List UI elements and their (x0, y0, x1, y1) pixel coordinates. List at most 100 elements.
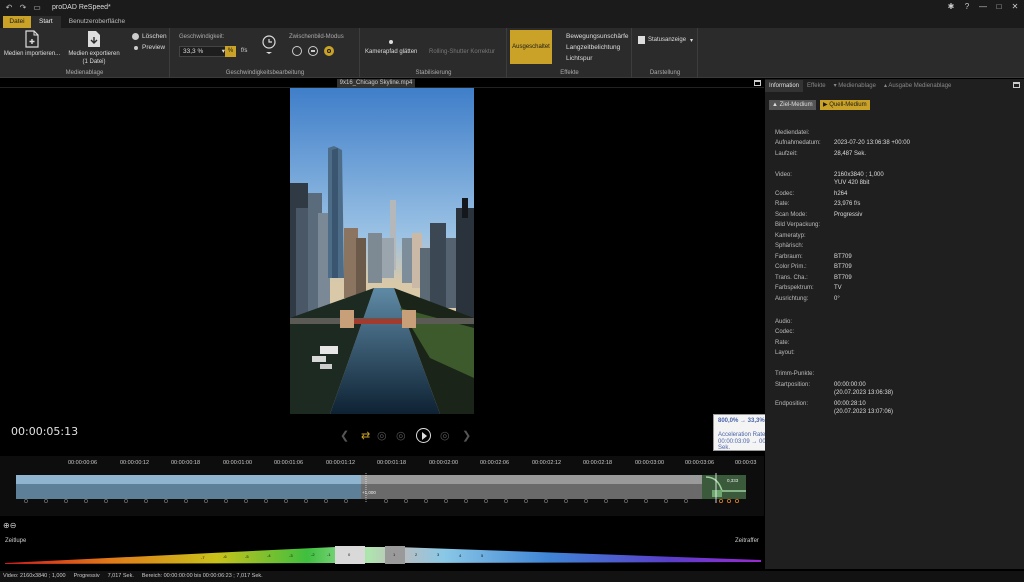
rolling-shutter-button[interactable]: Rolling-Shutter Korrektur (429, 49, 495, 55)
source-media-label: Quell-Medium (829, 102, 867, 108)
viewer-file-tab[interactable]: 9x16_Chicago Skyline.mp4 (337, 79, 415, 88)
media-file-heading: Mediendatei: (775, 130, 810, 136)
status-display-icon (638, 36, 645, 44)
stop-icon[interactable]: ◎ (440, 429, 450, 443)
info-label: Farbraum: (775, 254, 803, 260)
group-display: Statusanzeige ▾ Darstellung (633, 28, 698, 78)
zoom-controls: ⊕⊖ (3, 521, 16, 530)
preview-dot-icon (134, 45, 138, 50)
info-label: Video: (775, 172, 792, 178)
info-value: 28,487 Sek. (834, 151, 867, 157)
info-value: BT709 (834, 254, 852, 260)
delete-radio-icon (132, 33, 139, 40)
import-button[interactable]: Medien importieren... (2, 30, 62, 58)
tab-ui[interactable]: Benutzeroberfläche (61, 16, 133, 28)
viewer-maximize-icon[interactable] (754, 80, 761, 86)
tick-label: 00:00:00:12 (120, 460, 150, 466)
timer-icon[interactable] (261, 33, 277, 55)
app-title: proDAD ReSpeed* (52, 4, 111, 11)
status-display-button[interactable]: Statusanzeige (648, 37, 686, 43)
undo-icon[interactable]: ↶ (4, 3, 14, 13)
menu-tabs: Datei Start Benutzeroberfläche (0, 15, 1024, 28)
tick-label: 00:00:01:12 (326, 460, 356, 466)
prev-keyframe-icon[interactable]: ❮ (340, 429, 349, 443)
long-exposure-option[interactable]: Langzeitbelichtung (566, 44, 620, 51)
clip-track[interactable] (16, 473, 746, 503)
source-media-button[interactable]: ▶ Quell-Medium (820, 100, 870, 110)
info-value: h264 (834, 191, 848, 197)
fps-button[interactable]: f/s (241, 48, 247, 54)
percent-button[interactable]: % (225, 46, 236, 57)
maximize-icon[interactable]: □ (994, 2, 1004, 11)
loop-icon[interactable]: ⇄ (361, 429, 370, 443)
status-dropdown-icon[interactable]: ▾ (690, 37, 693, 44)
tab-information[interactable]: Information (765, 79, 804, 92)
info-value: 23,976 f/s (834, 201, 861, 207)
tab-media-bin-label: Medienablage (838, 82, 876, 89)
interframe-mode-2-icon[interactable] (308, 46, 318, 56)
time-lapse-label: Zeitraffer (735, 538, 759, 544)
interframe-mode-3-icon[interactable] (324, 46, 334, 56)
import-icon (25, 30, 39, 48)
delete-option[interactable]: Löschen (132, 33, 167, 40)
preview-option[interactable]: Preview (133, 44, 165, 51)
info-label: Laufzeit: (775, 151, 798, 157)
light-trail-option[interactable]: Lichtspur (566, 55, 592, 62)
delete-label: Löschen (142, 33, 167, 40)
camera-path-icon (389, 40, 393, 44)
save-icon[interactable]: ▭ (32, 3, 42, 13)
export-sublabel: (1 Datei) (82, 59, 106, 65)
zoom-in-icon[interactable]: ⊕ (3, 521, 10, 530)
tab-file[interactable]: Datei (3, 16, 31, 28)
target-media-button[interactable]: ▲ Ziel-Medium (769, 100, 816, 110)
info-label: Trans. Cha.: (775, 275, 808, 281)
info-label: Trimm-Punkte: (775, 371, 815, 377)
group-medienablage: Medien importieren... Medien exportieren… (0, 28, 170, 78)
info-value: YUV 420 8bit (834, 180, 870, 186)
tick-label: 00:00:02:12 (532, 460, 562, 466)
ribbon: Medien importieren... Medien exportieren… (0, 28, 1024, 78)
info-panel: Information Effekte ▾ Medienablage ▴ Aus… (765, 79, 1024, 569)
tab-media-bin[interactable]: ▾ Medienablage (830, 80, 880, 92)
speed-input[interactable]: 33,3 % ▾ (179, 46, 229, 57)
info-label: Layout: (775, 350, 795, 356)
speed-ramp-scale[interactable]: -7 -6 -5 -4 -3 -2 -1 0 1 2 3 4 5 (5, 545, 761, 565)
tick-label: 00:00:03:06 (685, 460, 715, 466)
step-back-icon[interactable]: ◎ (377, 429, 387, 443)
minimize-icon[interactable]: — (978, 2, 988, 11)
target-media-label: Ziel-Medium (779, 102, 813, 108)
info-label: Audio: (775, 319, 793, 325)
info-label: Codec: (775, 191, 795, 197)
tab-start[interactable]: Start (31, 16, 61, 28)
info-label: Rate: (775, 201, 790, 207)
tab-output-bin[interactable]: ▴ Ausgabe Medienablage (880, 80, 955, 92)
info-label: Codec: (775, 329, 795, 335)
redo-icon[interactable]: ↷ (18, 3, 28, 13)
info-label: Scan Mode: (775, 212, 808, 218)
panel-maximize-icon[interactable] (1013, 82, 1020, 88)
slow-motion-label: Zeitlupe (5, 538, 27, 544)
next-keyframe-icon[interactable]: ❯ (462, 429, 471, 443)
effects-off-button[interactable]: Ausgeschaltet (510, 30, 552, 64)
help-icon[interactable]: ? (962, 2, 972, 11)
tab-effects[interactable]: Effekte (803, 80, 830, 92)
video-preview (290, 88, 474, 414)
info-label: Sphärisch: (775, 243, 804, 249)
export-icon (88, 31, 100, 47)
export-button[interactable]: Medien exportieren (1 Datei) (64, 30, 124, 66)
group-label-stabilization: Stabilisierung (415, 70, 452, 76)
group-label-speed: Geschwindigkeitsbearbeitung (225, 70, 305, 76)
play-button[interactable] (416, 428, 431, 443)
motion-blur-option[interactable]: Bewegungsunschärfe (566, 33, 629, 40)
preview-label: Preview (142, 44, 166, 51)
close-icon[interactable]: ✕ (1010, 2, 1020, 11)
zoom-out-icon[interactable]: ⊖ (10, 521, 17, 530)
pause-icon[interactable]: ◎ (396, 429, 406, 443)
settings-icon[interactable]: ✱ (946, 2, 956, 11)
camera-smooth-button[interactable]: Kamerapfad glätten (365, 49, 417, 55)
interframe-mode-1-icon[interactable] (292, 46, 302, 56)
info-value: (20.07.2023 13:07:06) (834, 409, 894, 415)
timeline-ruler[interactable]: 00:00:00:06 00:00:00:12 00:00:00:18 00:0… (16, 460, 761, 472)
interframe-label: Zwischenbild-Modus (289, 34, 344, 40)
speed-label: Geschwindigkeit: (179, 34, 225, 40)
